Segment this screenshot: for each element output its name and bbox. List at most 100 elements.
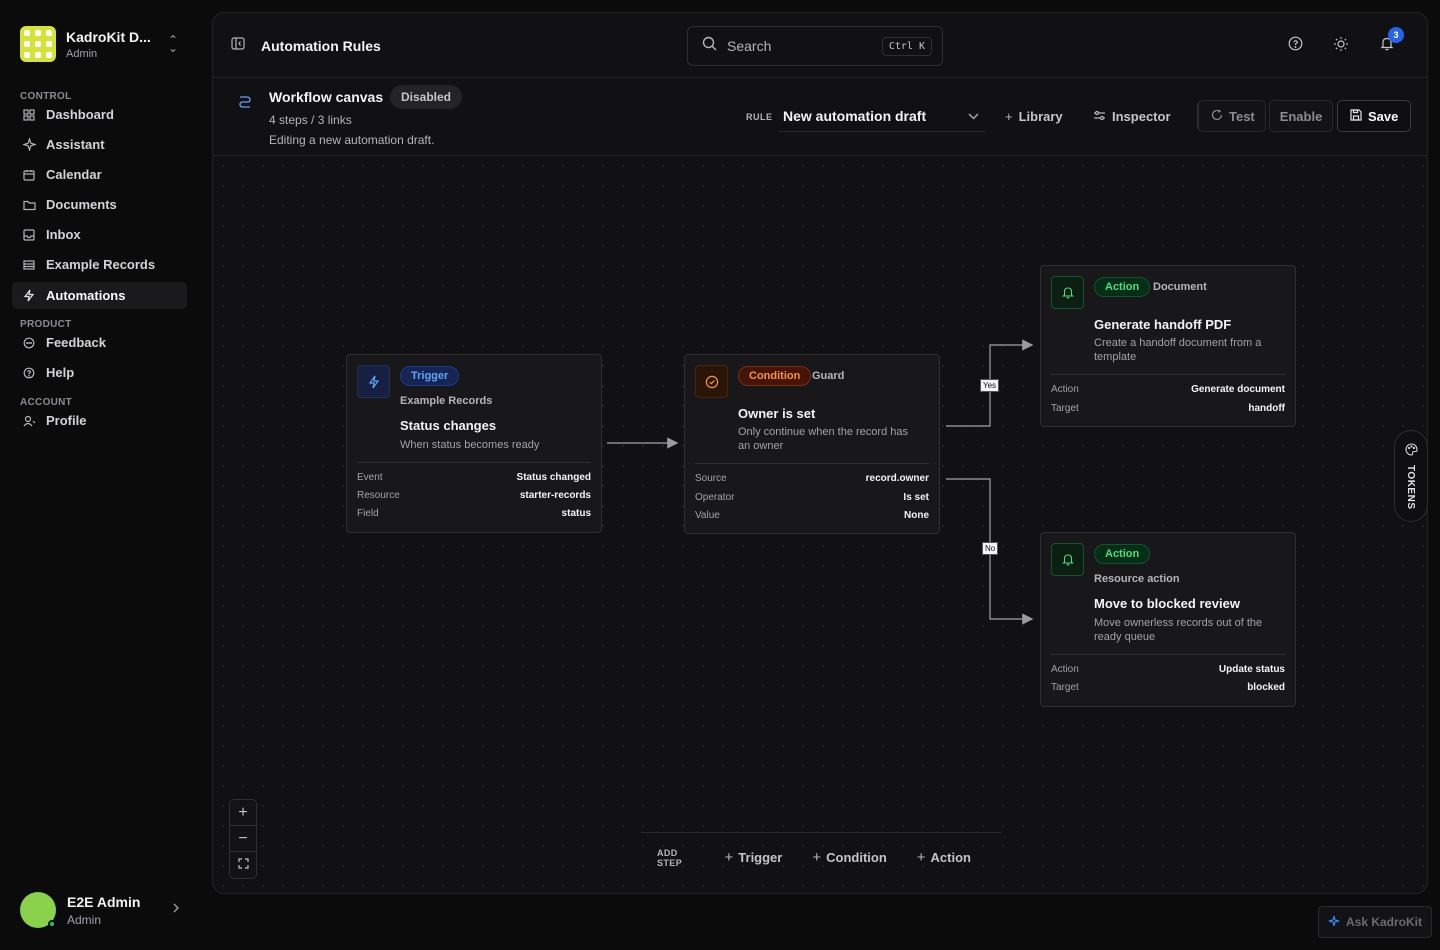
sidebar-item-dashboard[interactable]: Dashboard — [12, 101, 187, 128]
tokens-panel-toggle[interactable]: TOKENS — [1394, 430, 1428, 522]
sidebar-item-example-records[interactable]: Example Records — [12, 251, 187, 278]
sun-icon — [1333, 36, 1349, 57]
node-field: Target blocked — [1051, 682, 1285, 693]
add-trigger-button[interactable]: + Trigger — [725, 849, 783, 866]
node-action-document[interactable]: Action Document Generate handoff PDF Cre… — [1040, 265, 1296, 427]
node-divider — [357, 462, 591, 463]
plus-icon: + — [812, 849, 822, 866]
sidebar-item-calendar[interactable]: Calendar — [12, 161, 187, 188]
plus-icon: + — [916, 849, 926, 866]
node-field: Source record.owner — [695, 473, 929, 484]
main-panel: Automation Rules Search Ctrl K 3 Workflo… — [212, 12, 1428, 894]
library-label: Library — [1018, 108, 1063, 124]
sidebar-item-automations[interactable]: Automations — [12, 282, 187, 309]
node-action-resource[interactable]: Action Resource action Move to blocked r… — [1040, 532, 1296, 707]
node-tag: Trigger — [400, 366, 460, 386]
search-icon — [702, 36, 717, 56]
node-description: Create a handoff document from a templat… — [1094, 337, 1262, 363]
sidebar-item-help[interactable]: Help — [12, 359, 187, 386]
zoom-out-button[interactable]: − — [230, 826, 256, 852]
help-button[interactable] — [1285, 36, 1305, 56]
enable-button[interactable]: Enable — [1269, 100, 1333, 132]
workflow-meta: 4 steps / 3 links — [269, 113, 352, 127]
status-badge: Disabled — [390, 85, 463, 109]
test-button[interactable]: Test — [1198, 100, 1266, 132]
help-icon — [21, 365, 37, 381]
rule-select-value: New automation draft — [783, 107, 927, 124]
add-action-button[interactable]: + Action — [917, 849, 971, 866]
search-label: Search — [727, 38, 772, 54]
node-field: Operator Is set — [695, 492, 929, 503]
zoom-in-button[interactable]: + — [230, 800, 256, 826]
sidebar-item-profile[interactable]: Profile — [12, 407, 187, 434]
save-button[interactable]: Save — [1337, 100, 1411, 132]
rule-label: RULE — [746, 112, 773, 122]
node-field: Event Status changed — [357, 472, 591, 483]
node-divider — [1051, 654, 1285, 655]
node-field: Field status — [357, 508, 591, 519]
user-role: Admin — [67, 912, 102, 927]
save-icon — [1350, 108, 1362, 124]
user-menu[interactable]: E2E Admin Admin — [20, 890, 180, 930]
chevrons-updown-icon: ⌃ ⌄ — [167, 33, 178, 55]
node-trigger[interactable]: Trigger Example Records Status changes W… — [346, 354, 602, 533]
user-icon — [21, 413, 37, 429]
bell-icon — [1051, 276, 1084, 309]
workspace-switcher[interactable]: KadroKit D... Admin ⌃ ⌄ — [12, 18, 188, 70]
top-bar: Automation Rules Search Ctrl K 3 — [213, 13, 1427, 78]
page-title: Automation Rules — [261, 38, 381, 54]
enable-label: Enable — [1279, 108, 1323, 124]
sidebar-item-label: Dashboard — [46, 107, 114, 122]
node-condition[interactable]: Condition Guard Owner is set Only contin… — [684, 354, 940, 534]
workflow-description: Editing a new automation draft. — [269, 133, 435, 147]
expand-icon — [237, 856, 249, 874]
node-title: Owner is set — [738, 406, 816, 421]
add-step-label: ADD STEP — [657, 847, 683, 868]
notifications-button[interactable]: 3 — [1377, 27, 1404, 56]
inspector-button[interactable]: Inspector — [1093, 100, 1171, 132]
search-input[interactable]: Search Ctrl K — [687, 26, 943, 66]
edge-label-no: No — [982, 542, 999, 555]
sidebar-item-label: Automations — [46, 288, 126, 303]
ask-kadrokit-label: Ask KadroKit — [1345, 915, 1422, 929]
sidebar-item-label: Inbox — [46, 227, 81, 242]
sidebar-item-label: Documents — [46, 197, 117, 212]
sidebar-item-documents[interactable]: Documents — [12, 191, 187, 218]
palette-icon — [1405, 443, 1418, 461]
avatar — [20, 892, 56, 928]
sidebar-item-label: Assistant — [46, 137, 105, 152]
chevron-right-icon — [172, 901, 180, 919]
fit-view-button[interactable] — [230, 852, 256, 878]
sparkle-icon — [1328, 915, 1340, 930]
refresh-icon — [1211, 108, 1223, 124]
ask-kadrokit-button[interactable]: Ask KadroKit — [1318, 906, 1432, 938]
message-icon — [21, 335, 37, 351]
node-tag: Condition — [738, 366, 812, 386]
sidebar-item-feedback[interactable]: Feedback — [12, 329, 187, 356]
library-button[interactable]: + Library — [1005, 100, 1063, 132]
tokens-label: TOKENS — [1405, 465, 1416, 510]
inbox-icon — [21, 227, 37, 243]
node-title: Move to blocked review — [1094, 596, 1240, 611]
sidebar-item-label: Profile — [46, 413, 87, 428]
bolt-icon — [21, 288, 37, 304]
plus-icon: + — [1005, 108, 1013, 124]
rule-select[interactable]: New automation draft — [779, 100, 985, 132]
sidebar-item-label: Feedback — [46, 335, 106, 350]
zoom-controls: + − — [229, 799, 257, 879]
node-description: When status becomes ready — [400, 439, 540, 451]
theme-toggle-button[interactable] — [1331, 36, 1351, 56]
sidebar-item-label: Help — [46, 365, 75, 380]
add-condition-button[interactable]: + Condition — [812, 849, 886, 866]
workspace-role: Admin — [66, 47, 98, 60]
node-divider — [1051, 374, 1285, 375]
workspace-logo — [20, 26, 56, 62]
node-description: Only continue when the record has an own… — [738, 426, 908, 452]
sidebar-item-inbox[interactable]: Inbox — [12, 221, 187, 248]
node-field: Resource starter-records — [357, 490, 591, 501]
node-divider — [695, 463, 929, 464]
sidebar-item-assistant[interactable]: Assistant — [12, 131, 187, 158]
edge-label-yes: Yes — [980, 379, 1000, 392]
sidebar-toggle-button[interactable] — [227, 35, 249, 57]
online-indicator — [48, 920, 56, 928]
